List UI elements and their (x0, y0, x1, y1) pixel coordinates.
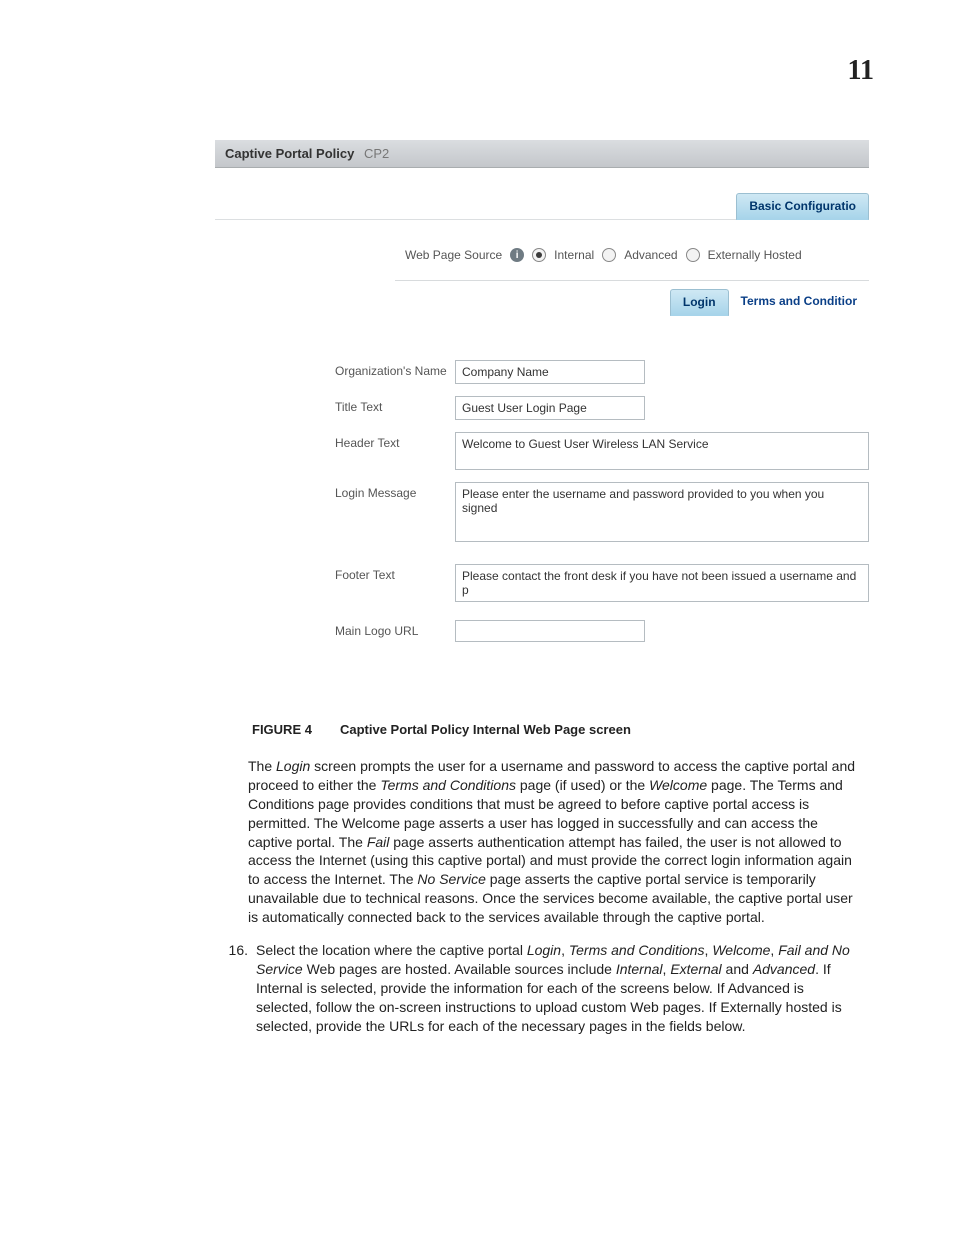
figure-description: Captive Portal Policy Internal Web Page … (340, 722, 631, 737)
body-text-run: No Service (417, 871, 485, 887)
page-number: 11 (848, 55, 874, 87)
radio-external[interactable] (686, 248, 700, 262)
web-page-source-row: Web Page Source i Internal Advanced Exte… (215, 220, 869, 280)
body-text-run: Welcome (712, 942, 770, 958)
body-text-run: Internal (616, 961, 663, 977)
input-login-message[interactable]: Please enter the username and password p… (455, 482, 869, 542)
body-text-run: , (561, 942, 569, 958)
titlebar-name: CP2 (364, 146, 389, 161)
body-text-run: Login (527, 942, 561, 958)
body-text-run: Login (276, 758, 310, 774)
body-text-run: Advanced (753, 961, 815, 977)
tab-login[interactable]: Login (670, 289, 729, 316)
tab-basic-configuration[interactable]: Basic Configuratio (736, 193, 869, 220)
input-main-logo-url[interactable] (455, 620, 645, 642)
label-main-logo-url: Main Logo URL (215, 620, 455, 638)
input-title-text[interactable]: Guest User Login Page (455, 396, 645, 420)
input-footer-text[interactable]: Please contact the front desk if you hav… (455, 564, 869, 602)
figure-screenshot: Captive Portal Policy CP2 Basic Configur… (215, 140, 869, 715)
body-text-run: page (if used) or the (516, 777, 649, 793)
body-text-run: Fail (367, 834, 390, 850)
step-number: 16. (218, 941, 254, 1035)
body-text-run: Terms and Conditions (380, 777, 516, 793)
divider (395, 280, 869, 281)
radio-advanced-label: Advanced (624, 248, 677, 262)
body-text-run: Terms and Conditions (569, 942, 705, 958)
body-text-run: and (722, 961, 753, 977)
radio-internal-label: Internal (554, 248, 594, 262)
figure-caption: FIGURE 4 Captive Portal Policy Internal W… (252, 722, 631, 737)
label-title-text: Title Text (215, 396, 455, 414)
label-login-message: Login Message (215, 482, 455, 500)
input-org-name[interactable]: Company Name (455, 360, 645, 384)
label-header-text: Header Text (215, 432, 455, 450)
body-text-run: The (248, 758, 276, 774)
sub-tab-bar: Login Terms and Conditior (215, 289, 869, 315)
window-titlebar: Captive Portal Policy CP2 (215, 140, 869, 168)
label-org-name: Organization's Name (215, 360, 455, 378)
login-form: Organization's Name Company Name Title T… (215, 360, 869, 642)
tab-terms-and-conditions[interactable]: Terms and Conditior (729, 289, 869, 315)
top-tab-bar: Basic Configuratio (215, 193, 869, 220)
body-text-run: Select the location where the captive po… (256, 942, 527, 958)
body-text-run: External (670, 961, 721, 977)
body-text: The Login screen prompts the user for a … (218, 757, 859, 1035)
body-text-run: Welcome (649, 777, 707, 793)
radio-internal[interactable] (532, 248, 546, 262)
label-footer-text: Footer Text (215, 564, 455, 582)
radio-advanced[interactable] (602, 248, 616, 262)
source-label: Web Page Source (405, 248, 502, 262)
titlebar-label: Captive Portal Policy (225, 146, 354, 161)
radio-external-label: Externally Hosted (708, 248, 802, 262)
body-text-run: Web pages are hosted. Available sources … (303, 961, 616, 977)
input-header-text[interactable]: Welcome to Guest User Wireless LAN Servi… (455, 432, 869, 470)
figure-number: FIGURE 4 (252, 722, 312, 737)
info-icon[interactable]: i (510, 248, 524, 262)
